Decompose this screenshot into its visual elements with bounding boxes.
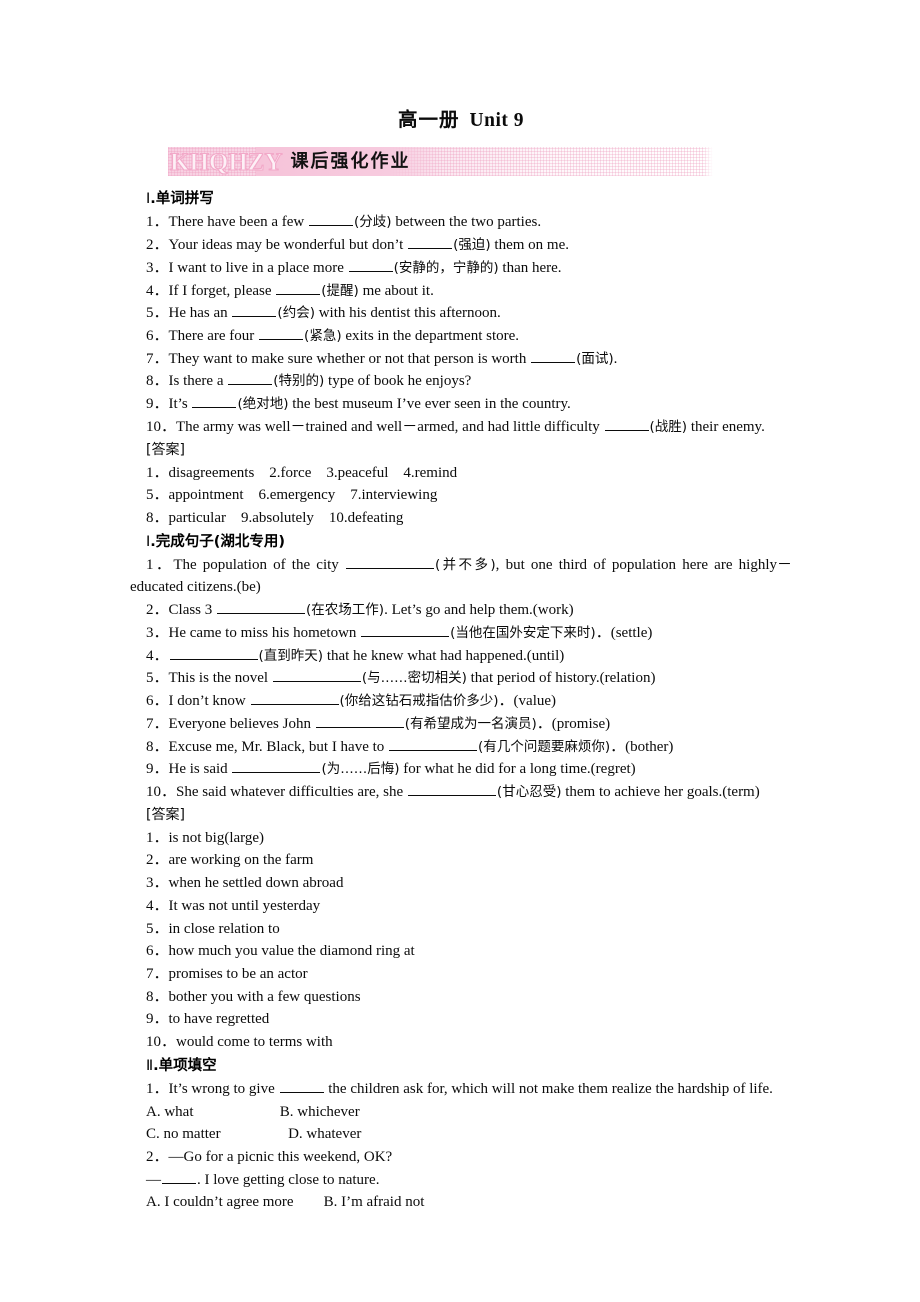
answer-line: 5．in close relation to — [146, 920, 280, 937]
answer-blank — [232, 302, 277, 318]
question-item: 6．There are four (紧急) exits in the depar… — [130, 325, 792, 348]
answer-line: 2．are working on the farm — [146, 852, 314, 869]
question-item: 4． (直到昨天) that he knew what had happened.… — [130, 645, 792, 668]
answer-line: 3．when he settled down abroad — [146, 875, 344, 892]
question-item: 7．Everyone believes John (有希望成为一名演员)．(pr… — [130, 713, 792, 736]
question-item: 10．The army was well－trained and well－ar… — [130, 416, 792, 439]
question-item: 2．—Go for a picnic this weekend, OK? — [146, 1149, 393, 1166]
section-1-questions: 1．There have been a few (分歧) between the… — [130, 211, 792, 438]
answer-blank — [259, 325, 304, 340]
section-heading-1: Ⅰ.单词拼写 — [146, 189, 792, 210]
answer-blank — [408, 234, 453, 250]
question-item: 3．He came to miss his hometown (当他在国外安定下… — [130, 622, 792, 645]
question-item: 9．He is said (为……后悔) for what he did for… — [130, 758, 792, 781]
question-item: —. I love getting close to nature. — [130, 1169, 792, 1192]
question-item: 2．Class 3 (在农场工作). Let’s go and help the… — [130, 599, 792, 622]
question-item: 6．I don’t know (你给这钻石戒指估价多少)．(value) — [130, 690, 792, 713]
section-2-title: .完成句子(湖北专用) — [150, 533, 286, 550]
section-2-answers: 1．is not big(large) 2．are working on the… — [130, 827, 792, 1054]
answer-blank — [217, 599, 306, 615]
section-2-questions: 1．The population of the city (并不多), but … — [130, 554, 792, 804]
answer-line: 6．how much you value the diamond ring at — [146, 943, 415, 960]
answer-line: 9．to have regretted — [146, 1011, 270, 1028]
answer-label-1: [答案] — [146, 441, 185, 458]
answer-line: 4．It was not until yesterday — [146, 897, 321, 914]
section-heading-3: Ⅱ.单项填空 — [146, 1056, 792, 1077]
answer-blank — [604, 416, 649, 431]
answer-blank — [345, 554, 434, 569]
answer-line: 1．disagreements 2.force 3.peaceful 4.rem… — [146, 464, 458, 481]
answer-blank — [531, 348, 576, 363]
question-item: 1．The population of the city (并不多), but … — [130, 554, 792, 599]
document-page: 高一册 Unit 9 KHQHZY 课后强化作业 Ⅰ.单词拼写 1．There h… — [0, 0, 920, 1302]
page-title: 高一册 Unit 9 — [130, 108, 792, 133]
page-title-unit: Unit 9 — [469, 110, 524, 131]
question-item: 4．If I forget, please (提醒) me about it. — [130, 280, 792, 303]
question-item: 5．This is the novel (与……密切相关) that perio… — [130, 667, 792, 690]
answer-blank — [348, 257, 393, 272]
answer-line: 1．is not big(large) — [146, 829, 265, 846]
section-3-title: .单项填空 — [153, 1057, 217, 1074]
answer-blank — [361, 622, 450, 637]
answer-blank — [250, 690, 339, 706]
answer-line: 10．would come to terms with — [146, 1034, 333, 1051]
answer-blank — [162, 1169, 196, 1184]
answer-blank — [407, 781, 496, 796]
question-item: 3．I want to live in a place more (安静的，宁静… — [130, 257, 792, 280]
answer-blank — [279, 1078, 324, 1093]
answer-blank — [192, 393, 237, 409]
answer-blank — [276, 280, 321, 295]
question-item: 5．He has an (约会) with his dentist this a… — [130, 302, 792, 325]
question-item: 1．It’s wrong to give the children ask fo… — [130, 1078, 792, 1101]
section-banner: KHQHZY 课后强化作业 — [168, 145, 713, 179]
question-item: 2．Your ideas may be wonderful but don’t … — [130, 234, 792, 257]
answer-blank — [272, 668, 361, 683]
page-title-chinese: 高一册 — [398, 108, 460, 131]
answer-blank — [389, 736, 478, 751]
answer-line: 8．bother you with a few questions — [146, 988, 361, 1005]
option-line: C. no matter D. whatever — [146, 1126, 362, 1143]
section-1-title: .单词拼写 — [150, 191, 214, 208]
answer-blank — [232, 758, 321, 774]
question-item: 9．It’s (绝对地) the best museum I’ve ever s… — [130, 393, 792, 416]
banner-logo-text: KHQHZY — [169, 148, 283, 176]
question-item: 8．Excuse me, Mr. Black, but I have to (有… — [130, 736, 792, 759]
answer-line: 7．promises to be an actor — [146, 965, 308, 982]
answer-line: 8．particular 9.absolutely 10.defeating — [146, 510, 404, 527]
question-item: 8．Is there a (特别的) type of book he enjoy… — [130, 370, 792, 393]
answer-blank — [169, 645, 258, 660]
option-line: A. what B. whichever — [146, 1103, 360, 1120]
question-item: 1．There have been a few (分歧) between the… — [130, 211, 792, 234]
page-content: 高一册 Unit 9 KHQHZY 课后强化作业 Ⅰ.单词拼写 1．There h… — [130, 108, 792, 1214]
answer-blank — [228, 371, 273, 386]
answer-blank — [309, 212, 354, 227]
section-1-answers: 1．disagreements 2.force 3.peaceful 4.rem… — [130, 462, 792, 530]
banner-content: KHQHZY 课后强化作业 — [168, 145, 411, 179]
question-item: 10．She said whatever difficulties are, s… — [130, 781, 792, 804]
option-line: A. I couldn’t agree more B. I’m afraid n… — [146, 1194, 425, 1211]
section-3-items: 1．It’s wrong to give the children ask fo… — [130, 1078, 792, 1214]
answer-blank — [315, 713, 404, 728]
answer-label-2: [答案] — [146, 806, 185, 823]
question-item: 7．They want to make sure whether or not … — [130, 348, 792, 371]
section-heading-2: Ⅰ.完成句子(湖北专用) — [146, 532, 792, 553]
answer-line: 5．appointment 6.emergency 7.interviewing — [146, 487, 438, 504]
banner-label-text: 课后强化作业 — [290, 150, 411, 172]
